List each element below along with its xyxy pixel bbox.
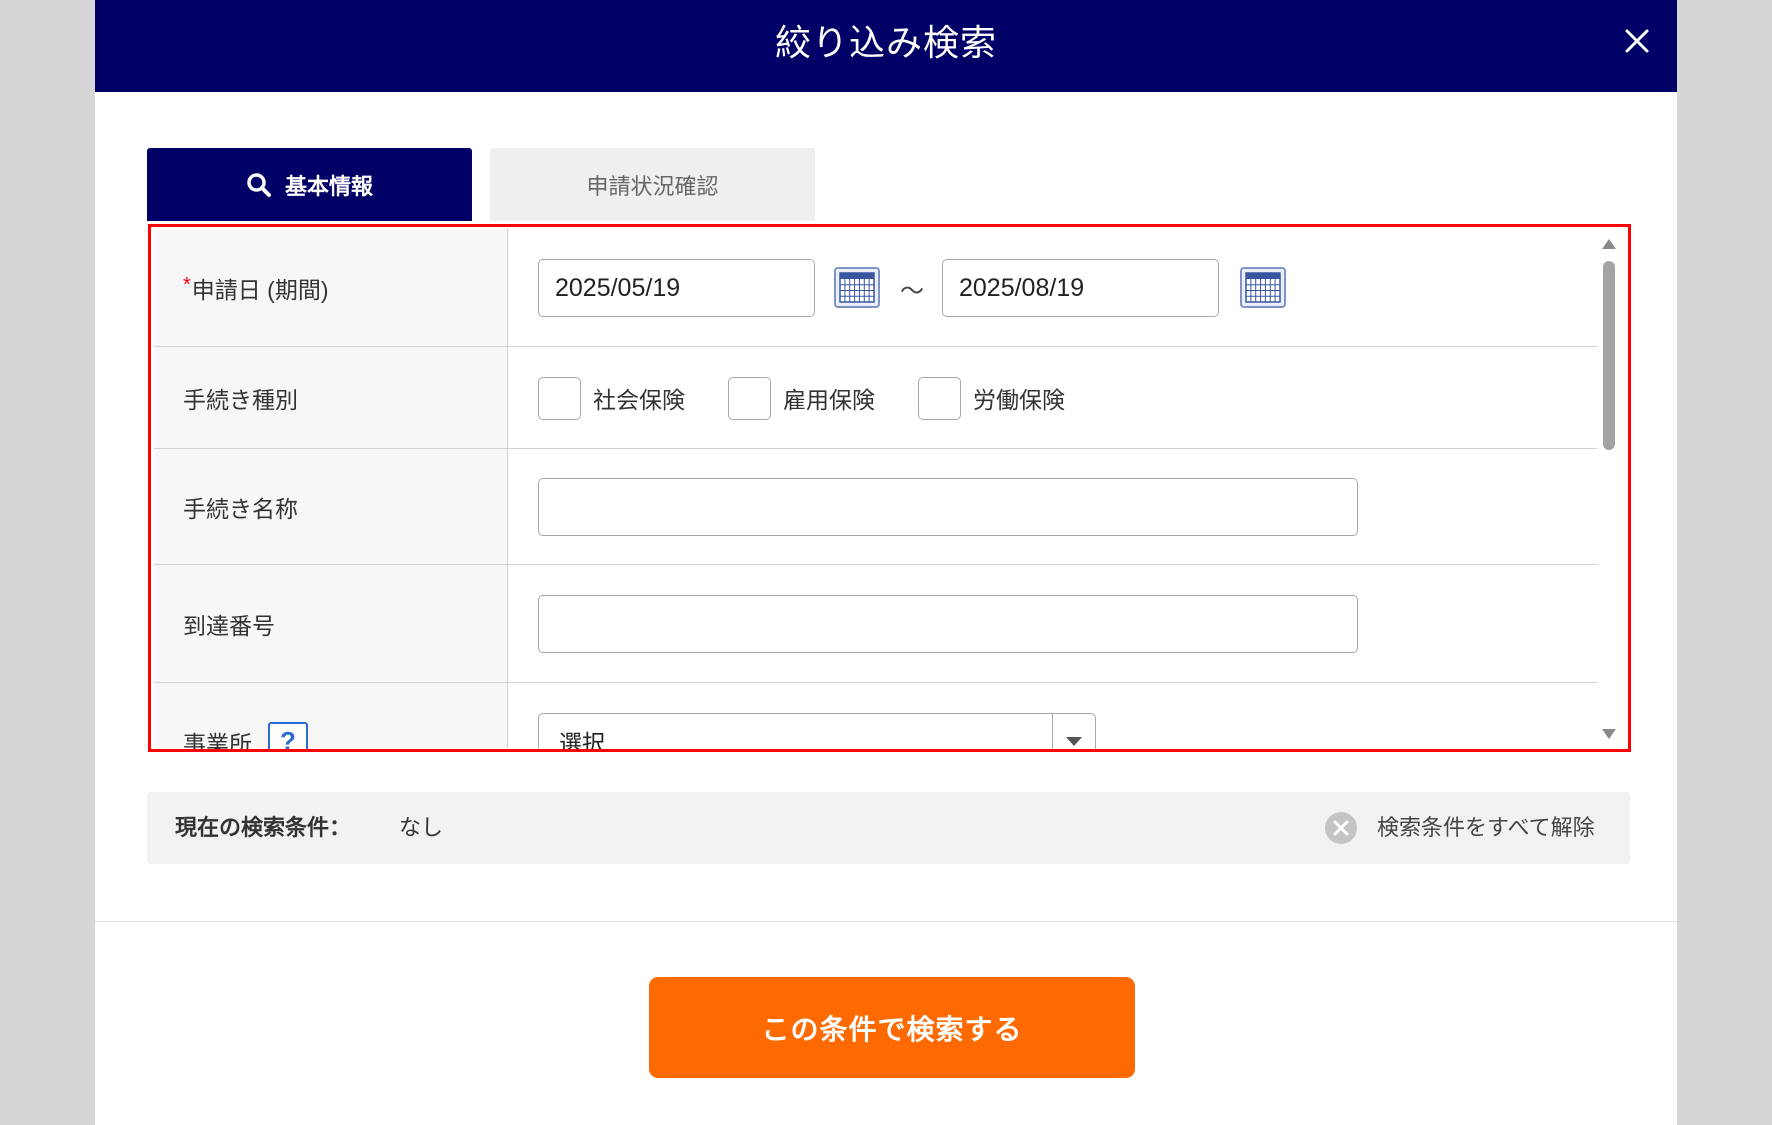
office-value: 選択 xyxy=(508,683,1597,752)
option-social-insurance[interactable]: 社会保険 xyxy=(538,347,685,449)
application-date-label: * 申請日 (期間) xyxy=(154,229,508,346)
checkbox[interactable] xyxy=(918,376,961,420)
row-procedure-name: 手続き名称 xyxy=(154,449,1597,565)
footer-divider xyxy=(95,921,1677,922)
chevron-down-icon[interactable] xyxy=(1052,714,1095,749)
option-labor-insurance[interactable]: 労働保険 xyxy=(918,347,1065,449)
required-mark: * xyxy=(183,274,191,296)
search-icon xyxy=(246,172,272,198)
tab-application-status[interactable]: 申請状況確認 xyxy=(490,148,815,221)
form-scrollbar[interactable] xyxy=(1598,227,1620,749)
tab-label: 申請状況確認 xyxy=(586,173,719,199)
calendar-icon[interactable] xyxy=(834,267,880,308)
procedure-type-label: 手続き種別 xyxy=(154,347,508,448)
clear-icon[interactable] xyxy=(1324,811,1358,845)
scroll-up-icon[interactable] xyxy=(1602,239,1616,249)
checkbox[interactable] xyxy=(538,376,581,420)
row-arrival-number: 到達番号 xyxy=(154,565,1597,683)
current-conditions-bar: 現在の検索条件： なし 検索条件をすべて解除 xyxy=(147,792,1630,864)
row-application-date: * 申請日 (期間) 2025/05/19 ～ 2025/08/19 xyxy=(154,229,1597,347)
checkbox[interactable] xyxy=(728,376,771,420)
arrival-number-input[interactable] xyxy=(538,595,1358,653)
help-icon[interactable]: ? xyxy=(268,721,308,749)
procedure-name-value xyxy=(508,449,1597,564)
procedure-name-input[interactable] xyxy=(538,478,1358,536)
tab-basic-info[interactable]: 基本情報 xyxy=(147,148,472,221)
tab-label: 基本情報 xyxy=(284,173,373,199)
date-range-separator: ～ xyxy=(900,277,924,305)
clear-all-conditions-link[interactable]: 検索条件をすべて解除 xyxy=(1377,792,1595,864)
label-text: 申請日 (期間) xyxy=(191,276,329,303)
date-to-input[interactable] xyxy=(942,259,1219,317)
date-from-input[interactable] xyxy=(538,259,815,317)
option-employment-insurance[interactable]: 雇用保険 xyxy=(728,347,875,449)
label-text: 事業所 xyxy=(183,730,252,752)
arrival-number-value xyxy=(508,565,1597,682)
dialog-title: 絞り込み検索 xyxy=(774,22,997,63)
procedure-type-value: 社会保険 雇用保険 労働保険 xyxy=(508,347,1597,448)
office-label: 事業所 ? xyxy=(154,683,508,752)
search-filter-dialog: 絞り込み検索 基本情報 申請状況確認 * 申請日 (期間) 2025/05/19… xyxy=(95,0,1677,1125)
current-conditions-value: なし xyxy=(399,815,444,840)
dialog-header: 絞り込み検索 xyxy=(95,0,1677,92)
current-conditions-label: 現在の検索条件： xyxy=(175,815,352,840)
search-submit-button[interactable]: この条件で検索する xyxy=(649,977,1135,1078)
search-form-panel: * 申請日 (期間) 2025/05/19 ～ 2025/08/19 手続き種別… xyxy=(148,224,1631,752)
procedure-name-label: 手続き名称 xyxy=(154,449,508,564)
office-select[interactable]: 選択 xyxy=(538,713,1096,752)
option-label: 社会保険 xyxy=(593,387,685,413)
option-label: 労働保険 xyxy=(973,387,1065,413)
select-value: 選択 xyxy=(559,730,605,752)
option-label: 雇用保険 xyxy=(783,387,875,413)
scroll-down-icon[interactable] xyxy=(1602,729,1616,739)
scroll-thumb[interactable] xyxy=(1603,261,1615,450)
calendar-icon[interactable] xyxy=(1240,267,1286,308)
form-table: * 申請日 (期間) 2025/05/19 ～ 2025/08/19 手続き種別… xyxy=(154,229,1597,752)
application-date-value: ～ xyxy=(508,229,1597,346)
close-icon[interactable] xyxy=(1624,28,1650,54)
arrival-number-label: 到達番号 xyxy=(154,565,508,682)
row-office: 事業所 ? 選択 xyxy=(154,683,1597,752)
row-procedure-type: 手続き種別 社会保険 雇用保険 労働保険 xyxy=(154,347,1597,449)
